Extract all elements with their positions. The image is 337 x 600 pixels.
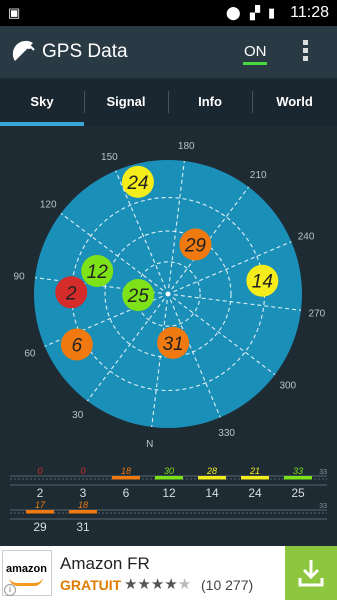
ad-info-icon[interactable]: i	[4, 584, 16, 596]
azimuth-label: 180	[178, 141, 195, 152]
signal-snr-label: 28	[206, 466, 217, 476]
azimuth-label: 30	[72, 410, 84, 421]
signal-bars: 33020318630122814212433253317291831	[10, 466, 327, 534]
satellite-label: 29	[184, 236, 207, 257]
signal-snr-label: 0	[37, 466, 42, 476]
satellite-6[interactable]: 6	[60, 328, 93, 361]
gps-toggle-button[interactable]: ON	[244, 43, 267, 60]
satellite-24[interactable]: 24	[121, 165, 154, 198]
signal-bar-25: 33 25	[284, 466, 312, 500]
signal-sat-id: 2	[37, 486, 44, 500]
satellite-29[interactable]: 29	[179, 228, 212, 261]
status-bar: ▣ ⬤ ▞ ▮ 11:28	[0, 0, 337, 26]
tab-info[interactable]: Info	[168, 80, 252, 126]
signal-bar-6: 18 6	[112, 466, 140, 500]
signal-max-label: 33	[319, 503, 327, 510]
azimuth-label: 240	[298, 231, 315, 242]
azimuth-label: 330	[218, 428, 235, 439]
signal-snr-label: 33	[293, 466, 303, 476]
signal-bar-12: 30 12	[155, 466, 183, 500]
signal-sat-id: 31	[76, 520, 90, 534]
azimuth-label: N	[146, 439, 153, 450]
download-button[interactable]	[285, 546, 337, 600]
status-time: 11:28	[290, 4, 329, 21]
data-signal-icon: ▞	[250, 5, 260, 20]
tab-signal[interactable]: Signal	[84, 80, 168, 126]
satellite-label: 6	[72, 336, 83, 357]
signal-snr-label: 30	[164, 466, 174, 476]
sky-plot: 150 180 210 240 270 300 330 N 30 60 90 120 24 12 2 29 25…	[14, 141, 326, 450]
download-icon	[298, 560, 324, 587]
signal-bar-31: 1831	[69, 500, 97, 534]
signal-axis: 33	[10, 503, 327, 520]
azimuth-label: 90	[14, 272, 26, 283]
satellite-label: 31	[163, 334, 184, 355]
gps-toggle-indicator	[243, 62, 267, 65]
ad-rating-count: (10 277)	[201, 577, 254, 593]
satellite-label: 24	[126, 173, 148, 194]
signal-sat-id: 6	[123, 486, 130, 500]
azimuth-label: 60	[24, 349, 36, 360]
azimuth-label: 150	[101, 152, 118, 163]
signal-sat-id: 29	[33, 520, 47, 534]
signal-sat-id: 25	[291, 486, 305, 500]
ad-price: GRATUIT	[60, 577, 122, 593]
tab-bar: Sky Signal Info World	[0, 80, 337, 126]
signal-bar-29: 1729	[26, 500, 54, 534]
app-bar: GPS Data ON	[0, 26, 337, 78]
azimuth-label: 300	[279, 380, 296, 391]
satellite-14[interactable]: 14	[246, 264, 279, 297]
ad-banner[interactable]: amazon i Amazon FR GRATUIT ★★★★★ (10 277…	[0, 546, 337, 600]
tab-sky[interactable]: Sky	[0, 80, 84, 126]
satellite-12[interactable]: 12	[81, 254, 114, 287]
signal-snr-label: 0	[80, 466, 85, 476]
signal-snr-label: 21	[249, 466, 260, 476]
sky-center	[165, 291, 171, 297]
azimuth-label: 270	[309, 308, 326, 319]
battery-icon: ▮	[268, 5, 276, 20]
satellite-2[interactable]: 2	[55, 276, 88, 309]
satellite-31[interactable]: 31	[157, 326, 190, 359]
satellite-label: 12	[87, 262, 109, 283]
satellite-label: 25	[127, 286, 150, 307]
ad-app-name: Amazon FR	[60, 554, 150, 573]
ad-rating-stars: ★★★★★	[124, 576, 192, 593]
signal-sat-id: 3	[80, 486, 87, 500]
image-notification-icon: ▣	[8, 5, 21, 20]
tab-world[interactable]: World	[252, 80, 337, 126]
signal-bar-24: 21 24	[241, 466, 269, 500]
azimuth-label: 210	[250, 170, 267, 181]
signal-bar-2: 02	[37, 466, 44, 500]
satellite-dish-icon	[12, 40, 35, 61]
signal-snr-label: 18	[78, 500, 88, 510]
location-icon: ⬤	[226, 5, 241, 20]
app-title: GPS Data	[42, 41, 128, 62]
overflow-menu-icon[interactable]	[303, 40, 309, 64]
satellite-label: 2	[65, 283, 77, 304]
satellite-25[interactable]: 25	[122, 279, 155, 312]
azimuth-label: 120	[40, 200, 57, 211]
signal-max-label: 33	[319, 469, 327, 476]
signal-sat-id: 12	[162, 486, 176, 500]
satellite-label: 14	[252, 272, 273, 293]
signal-sat-id: 24	[248, 486, 262, 500]
signal-snr-label: 17	[35, 500, 46, 510]
signal-bar-3: 03	[80, 466, 87, 500]
signal-bar-14: 28 14	[198, 466, 226, 500]
signal-snr-label: 18	[121, 466, 131, 476]
signal-sat-id: 14	[205, 486, 219, 500]
